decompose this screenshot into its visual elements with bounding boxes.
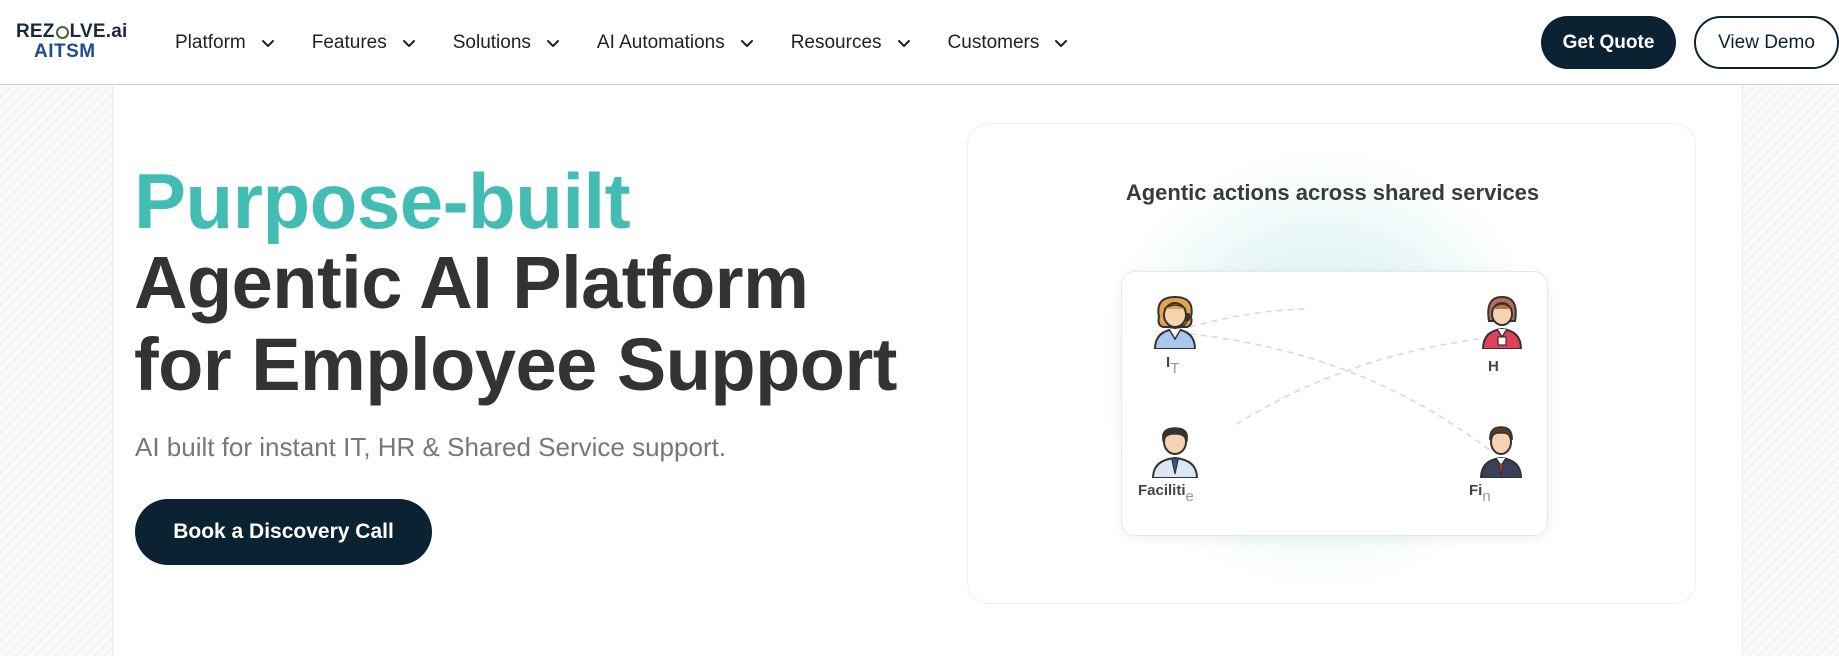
logo-ring-icon: [55, 25, 69, 39]
headline-accent: Purpose-built: [134, 157, 631, 245]
finance-man-icon: [1479, 426, 1523, 478]
main-nav: Platform Features Solutions AI Automatio…: [175, 0, 1105, 85]
nav-label: AI Automations: [596, 31, 725, 53]
hero-headline: Purpose-built Agentic AI Platform for Em…: [134, 160, 897, 406]
logo-subtitle: AITSM: [34, 41, 96, 62]
shared-services-card: Agentic actions across shared services I…: [967, 123, 1696, 604]
nav-item-customers[interactable]: Customers: [948, 32, 1070, 54]
chevron-down-icon: [740, 39, 753, 47]
chevron-down-icon: [546, 39, 559, 47]
nav-item-features[interactable]: Features: [312, 32, 417, 54]
persona-label-hr: H: [1488, 358, 1499, 375]
logo-text-b: LVE.ai: [69, 21, 128, 42]
nav-label: Resources: [790, 31, 882, 53]
nav-item-solutions[interactable]: Solutions: [453, 32, 561, 54]
support-agent-icon: [1153, 295, 1197, 349]
nav-label: Features: [311, 31, 387, 53]
chevron-down-icon: [897, 39, 910, 47]
get-quote-button[interactable]: Get Quote: [1541, 16, 1676, 69]
chevron-down-icon: [261, 39, 274, 47]
personas-panel: IT H Facilitie Fin: [1121, 271, 1548, 536]
decorative-stripes-right: [1742, 86, 1839, 656]
decorative-stripes-left: [0, 86, 113, 656]
nav-item-resources[interactable]: Resources: [791, 32, 912, 54]
nav-label: Platform: [175, 31, 246, 53]
view-demo-button[interactable]: View Demo: [1694, 16, 1839, 69]
headline-line-2: Agentic AI Platform: [134, 241, 809, 324]
nav-label: Customers: [947, 31, 1040, 53]
hr-woman-icon: [1481, 295, 1523, 349]
chevron-down-icon: [1055, 39, 1068, 47]
nav-item-platform[interactable]: Platform: [175, 32, 276, 54]
rezolve-logo[interactable]: REZ LVE.ai AITSM: [16, 22, 144, 62]
top-nav-bar: REZ LVE.ai AITSM Platform Features Soluti…: [0, 0, 1839, 85]
nav-item-ai-automations[interactable]: AI Automations: [597, 32, 755, 54]
headline-line-3: for Employee Support: [134, 323, 897, 406]
persona-label-facilities: Facilitie: [1138, 482, 1194, 505]
facilities-man-icon: [1151, 427, 1199, 478]
nav-label: Solutions: [452, 31, 531, 53]
persona-label-it: IT: [1166, 354, 1180, 377]
persona-label-finance: Fin: [1469, 482, 1491, 505]
logo-text-a: REZ: [16, 21, 55, 42]
hero-subtitle: AI built for instant IT, HR & Shared Ser…: [135, 432, 727, 462]
card-title: Agentic actions across shared services: [1125, 180, 1540, 205]
book-discovery-call-button[interactable]: Book a Discovery Call: [135, 499, 432, 565]
chevron-down-icon: [402, 39, 415, 47]
